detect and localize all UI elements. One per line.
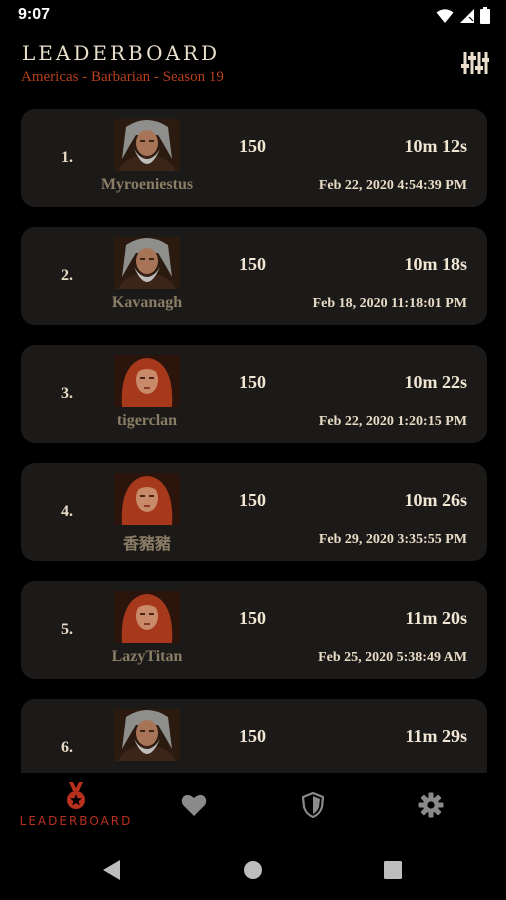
system-recents-button[interactable]	[381, 858, 405, 882]
gear-icon	[418, 792, 444, 818]
entry-clear-time: 10m 22s	[404, 372, 468, 392]
female-barbarian-avatar	[114, 473, 180, 525]
entry-clear-time: 10m 18s	[404, 254, 468, 274]
entry-clear-time: 11m 29s	[405, 726, 467, 746]
player-name: tigerclan	[116, 412, 178, 429]
shield-icon	[302, 792, 324, 818]
entry-date: Feb 29, 2020 3:35:55 PM	[318, 532, 467, 547]
leaderboard-entry[interactable]: 2. Kavanagh 150 10m 18s Feb 18, 2020 11:…	[21, 227, 487, 325]
page-title: LEADERBOARD	[22, 41, 221, 65]
entry-rank: 2.	[61, 267, 73, 284]
entry-date: Feb 22, 2020 1:20:15 PM	[318, 414, 467, 429]
nav-tab-leaderboard[interactable]: LEADERBOARD	[14, 773, 138, 837]
entry-date: Feb 25, 2020 5:38:49 AM	[318, 650, 467, 665]
cell-signal-icon	[460, 8, 474, 23]
entry-rank: 4.	[61, 503, 73, 520]
status-time: 9:07	[18, 6, 51, 23]
bottom-navigation: LEADERBOARD	[0, 773, 506, 837]
entry-clear-time: 11m 20s	[405, 608, 467, 628]
female-barbarian-avatar	[114, 355, 180, 407]
wifi-icon	[436, 8, 454, 23]
nav-tab-label: LEADERBOARD	[19, 814, 133, 828]
entry-date: Feb 22, 2020 4:54:39 PM	[318, 178, 467, 193]
male-barbarian-avatar	[114, 119, 180, 171]
entry-rank: 1.	[61, 149, 73, 166]
nav-tab-clan[interactable]	[283, 773, 343, 837]
entry-level: 150	[239, 726, 266, 746]
system-navigation-bar	[0, 840, 506, 900]
filter-button[interactable]	[460, 48, 490, 78]
entry-rank: 5.	[61, 621, 73, 638]
leaderboard-entry[interactable]: 4. 香豬豬 150 10m 26s Feb 29, 2020 3:35:55 …	[21, 463, 487, 561]
leaderboard-medal-icon	[67, 782, 85, 809]
leaderboard-entry[interactable]: 6. 150 11m 29s	[21, 699, 487, 773]
nav-tab-settings[interactable]	[401, 773, 461, 837]
male-barbarian-avatar	[114, 237, 180, 289]
leaderboard-list[interactable]: 1. Myroeniestus 150 10m 12s Feb 22, 2020…	[0, 102, 506, 773]
entry-date: Feb 18, 2020 11:18:01 PM	[312, 296, 467, 311]
battery-icon	[480, 7, 490, 24]
recents-icon	[384, 861, 402, 879]
entry-level: 150	[239, 136, 266, 156]
player-name: LazyTitan	[111, 648, 183, 665]
leaderboard-filter-subtitle: Americas - Barbarian - Season 19	[21, 69, 224, 85]
system-home-button[interactable]	[241, 858, 265, 882]
status-bar: 9:07	[0, 0, 506, 32]
female-barbarian-avatar	[114, 591, 180, 643]
leaderboard-entry[interactable]: 5. LazyTitan 150 11m 20s Feb 25, 2020 5:…	[21, 581, 487, 679]
entry-clear-time: 10m 12s	[404, 136, 468, 156]
home-icon	[244, 861, 262, 879]
entry-clear-time: 10m 26s	[404, 490, 468, 510]
back-icon	[103, 860, 120, 880]
player-name: Myroeniestus	[100, 176, 194, 193]
sliders-icon	[461, 52, 489, 74]
leaderboard-entry[interactable]: 1. Myroeniestus 150 10m 12s Feb 22, 2020…	[21, 109, 487, 207]
app-header: LEADERBOARD Americas - Barbarian - Seaso…	[0, 32, 506, 102]
leaderboard-entry[interactable]: 3. tigerclan 150 10m 22s Feb 22, 2020 1:…	[21, 345, 487, 443]
player-name: Kavanagh	[111, 294, 183, 311]
status-icons	[436, 7, 490, 24]
entry-level: 150	[239, 490, 266, 510]
player-name: 香豬豬	[122, 534, 171, 553]
male-barbarian-avatar	[114, 709, 180, 761]
entry-rank: 6.	[61, 739, 73, 756]
entry-level: 150	[239, 254, 266, 274]
heart-icon	[181, 794, 207, 816]
entry-level: 150	[239, 608, 266, 628]
nav-tab-favorites[interactable]	[164, 773, 224, 837]
system-back-button[interactable]	[100, 858, 124, 882]
entry-level: 150	[239, 372, 266, 392]
entry-rank: 3.	[61, 385, 73, 402]
